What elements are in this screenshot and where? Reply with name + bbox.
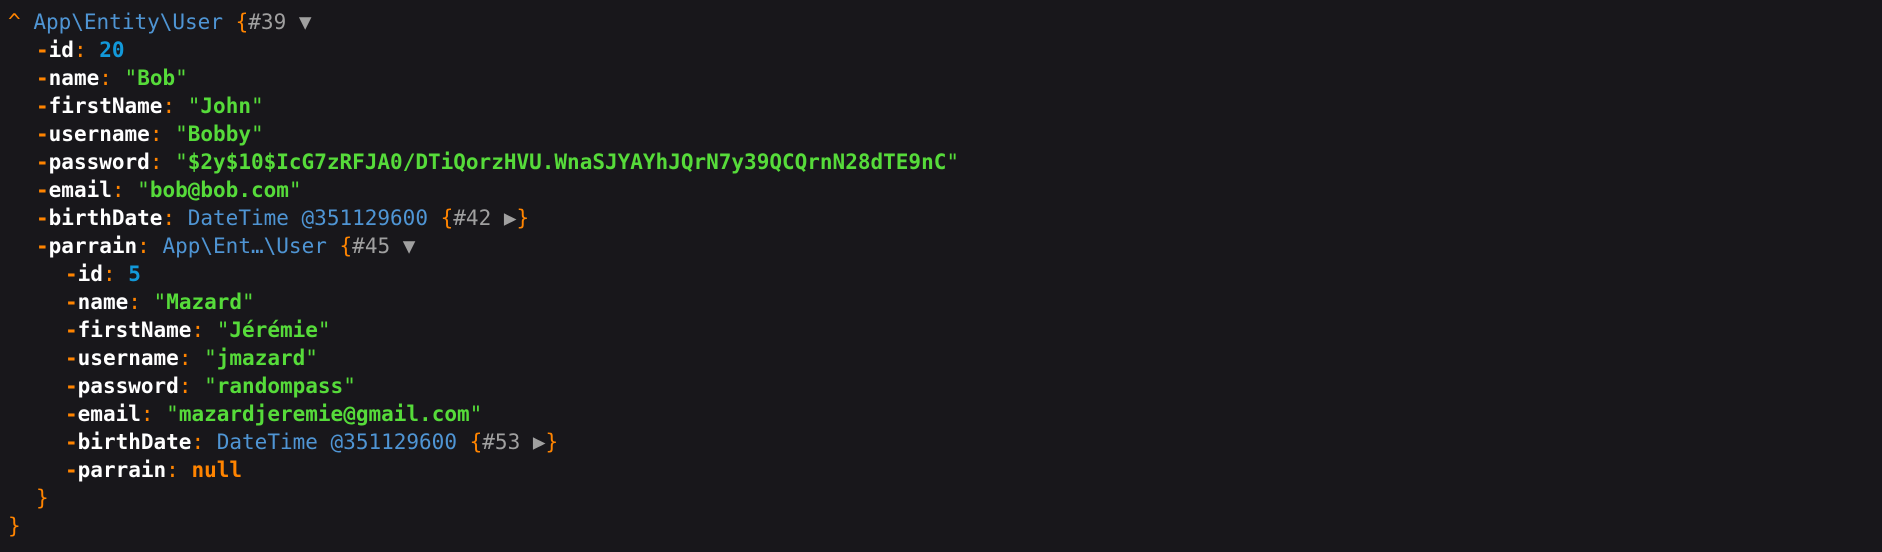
field-value: $2y$10$IcG7zRFJA0/DTiQorzHVU.WnaSJYAYhJQ… <box>187 150 947 174</box>
field-class: DateTime @351129600 <box>187 206 428 230</box>
field-value: Mazard <box>166 290 243 314</box>
field-row-password: -password: "$2y$10$IcG7zRFJA0/DTiQorzHVU… <box>36 150 960 174</box>
collapse-caret-icon[interactable]: ^ <box>8 10 21 34</box>
field-key: birthDate <box>48 206 163 230</box>
field-value: 5 <box>128 262 141 286</box>
field-key: password <box>77 374 179 398</box>
collapse-toggle-icon[interactable]: ▼ <box>403 234 416 258</box>
close-brace: } <box>8 514 21 538</box>
field-value: null <box>191 458 243 482</box>
field-key: id <box>77 262 103 286</box>
nested-field-row-email: -email: "mazardjeremie@gmail.com" <box>65 402 483 426</box>
field-key: email <box>48 178 112 202</box>
expand-toggle-icon[interactable]: ▶ <box>504 206 517 230</box>
nested-field-row-id: -id: 5 <box>65 262 141 286</box>
root-class-name: App\Entity\User <box>33 10 223 34</box>
nested-field-row-parrain: -parrain: null <box>65 458 243 482</box>
class-ellipsis[interactable]: … <box>251 234 264 258</box>
field-row-parrain: -parrain: App\Ent…\User {#45 ▼ <box>36 234 416 258</box>
field-value: jmazard <box>216 346 306 370</box>
field-row-username: -username: "Bobby" <box>36 122 264 146</box>
close-brace: } <box>36 486 49 510</box>
root-close-brace-row: } <box>8 512 1882 540</box>
field-key: username <box>48 122 150 146</box>
field-key: parrain <box>48 234 138 258</box>
open-brace: { <box>235 10 249 34</box>
field-class: DateTime @351129600 <box>216 430 457 454</box>
field-key: name <box>77 290 129 314</box>
field-key: id <box>48 38 74 62</box>
field-value: randompass <box>216 374 344 398</box>
nested-field-row-firstname: -firstName: "Jérémie" <box>65 318 331 342</box>
field-value: mazardjeremie@gmail.com <box>178 402 470 426</box>
object-ref: #53 <box>482 430 521 454</box>
field-key: email <box>77 402 141 426</box>
object-ref: #42 <box>453 206 492 230</box>
field-key: username <box>77 346 179 370</box>
field-key: parrain <box>77 458 167 482</box>
field-value: 20 <box>99 38 125 62</box>
root-toggle-collapse-icon[interactable]: ▼ <box>299 10 312 34</box>
field-value: bob@bob.com <box>149 178 289 202</box>
field-key: password <box>48 150 150 174</box>
nested-field-row-username: -username: "jmazard" <box>65 346 318 370</box>
nested-field-row-name: -name: "Mazard" <box>65 290 255 314</box>
field-value: Bobby <box>187 122 251 146</box>
field-row-firstname: -firstName: "John" <box>36 94 264 118</box>
field-row-birthdate: -birthDate: DateTime @351129600 {#42 ▶} <box>36 206 530 230</box>
field-value: Bob <box>137 66 176 90</box>
field-key: firstName <box>77 318 192 342</box>
field-key: birthDate <box>77 430 192 454</box>
nested-close-brace-row: } <box>8 484 1882 512</box>
object-ref: #45 <box>352 234 391 258</box>
field-value: Jérémie <box>229 318 318 342</box>
expand-toggle-icon[interactable]: ▶ <box>533 430 546 454</box>
field-key: firstName <box>48 94 163 118</box>
field-row-name: -name: "Bob" <box>36 66 188 90</box>
root-object-header: ^ App\Entity\User {#39 ▼ <box>8 8 1882 36</box>
field-row-email: -email: "bob@bob.com" <box>36 178 302 202</box>
field-row-id: -id: 20 <box>36 38 125 62</box>
nested-field-row-birthdate: -birthDate: DateTime @351129600 {#53 ▶} <box>65 430 559 454</box>
field-value: John <box>200 94 251 118</box>
field-key: name <box>48 66 100 90</box>
field-class: App\Ent <box>162 234 251 258</box>
root-object-ref: #39 <box>248 10 287 34</box>
nested-field-row-password: -password: "randompass" <box>65 374 356 398</box>
var-dump: ^ App\Entity\User {#39 ▼ -id: 20 -name: … <box>0 0 1882 540</box>
